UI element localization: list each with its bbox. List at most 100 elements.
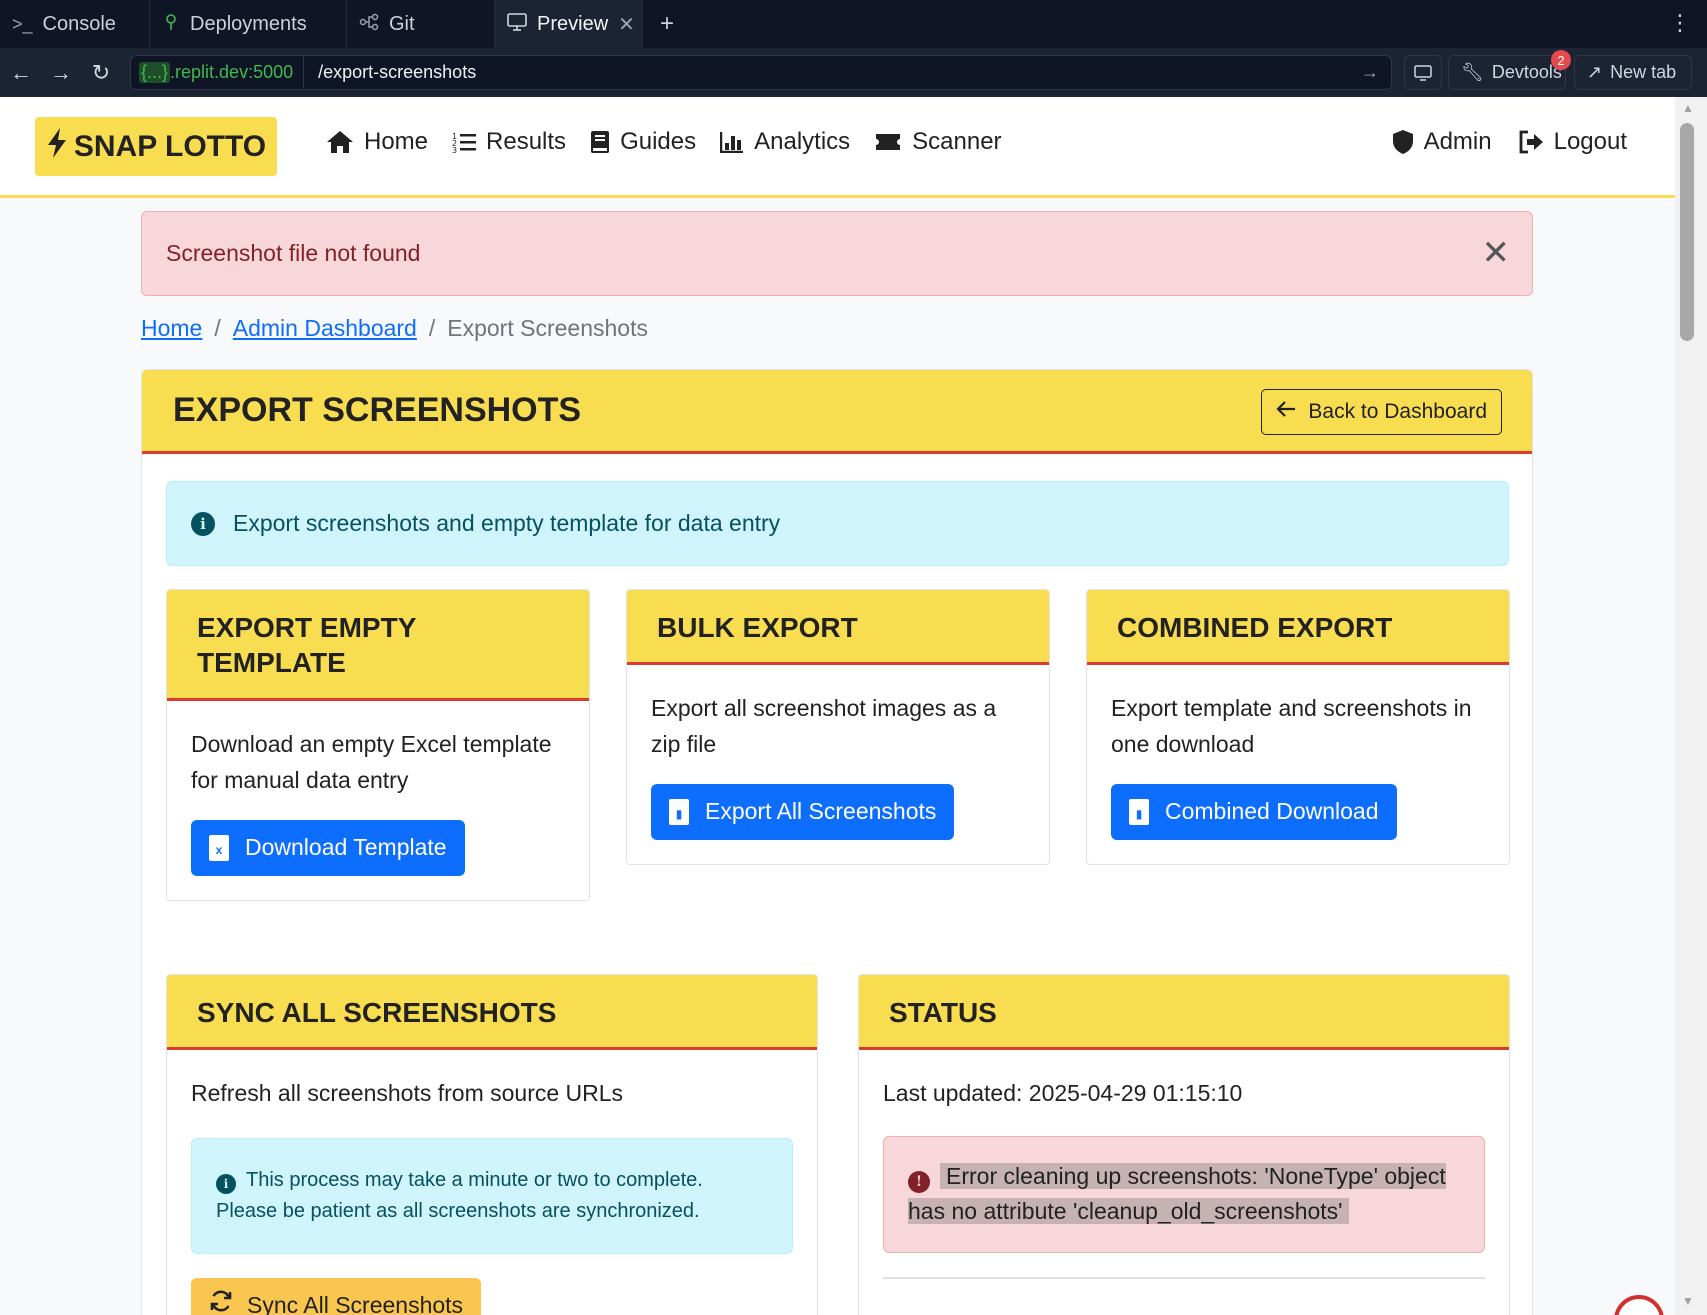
combined-export-text: Export template and screenshots in one d…: [1111, 695, 1472, 757]
sync-screenshots-title: SYNC ALL SCREENSHOTS: [167, 975, 817, 1050]
url-path: /export-screenshots: [318, 62, 477, 82]
download-template-label: Download Template: [245, 834, 447, 861]
error-alert-message: Screenshot file not found: [166, 240, 421, 266]
bolt-icon: [46, 127, 68, 166]
combined-download-button[interactable]: ▮ Combined Download: [1111, 784, 1397, 841]
ticket-icon: [874, 132, 902, 152]
more-menu-icon[interactable]: ⋮: [1669, 10, 1691, 36]
forward-arrow-icon[interactable]: →: [42, 54, 80, 92]
url-host: {...} .replit.dev:5000: [131, 56, 305, 89]
new-tab-plus-icon[interactable]: +: [643, 0, 691, 48]
screen-icon: [1414, 64, 1432, 81]
sync-screenshots-card: SYNC ALL SCREENSHOTS Refresh all screens…: [166, 974, 818, 1315]
combined-export-body: Export template and screenshots in one d…: [1087, 665, 1509, 864]
tab-label: Preview: [537, 12, 609, 35]
bulk-export-title: BULK EXPORT: [627, 590, 1049, 665]
sync-info-alert: i This process may take a minute or two t…: [191, 1137, 793, 1254]
brand-name: SNAP LOTTO: [73, 129, 267, 163]
status-card: STATUS Last updated: 2025-04-29 01:15:10…: [858, 974, 1510, 1315]
tab-console[interactable]: >_ Console: [0, 0, 150, 48]
nav-scanner-label: Scanner: [912, 128, 1002, 155]
status-title: STATUS: [859, 975, 1509, 1050]
sync-all-screenshots-button[interactable]: Sync All Screenshots: [191, 1277, 482, 1315]
nav-analytics[interactable]: Analytics: [720, 128, 850, 156]
status-error-text: Error cleaning up screenshots: 'NoneType…: [908, 1162, 1446, 1225]
nav-guides-label: Guides: [620, 128, 697, 155]
bulk-export-text: Export all screenshot images as a zip fi…: [651, 695, 997, 757]
export-template-text: Download an empty Excel template for man…: [191, 731, 552, 793]
last-updated-text: Last updated: 2025-04-29 01:15:10: [883, 1080, 1243, 1106]
new-tab-button[interactable]: ↗ New tab: [1574, 55, 1692, 90]
page-title: EXPORT SCREENSHOTS: [173, 391, 582, 429]
zip-file-icon: ▮: [669, 799, 689, 826]
close-icon[interactable]: ✕: [1482, 236, 1511, 270]
status-body: Last updated: 2025-04-29 01:15:10 ! Error…: [859, 1050, 1509, 1305]
bulk-export-card: BULK EXPORT Export all screenshot images…: [626, 589, 1050, 865]
scrollbar-thumb[interactable]: [1680, 123, 1694, 341]
reload-icon[interactable]: ↻: [82, 54, 120, 92]
close-icon[interactable]: ✕: [618, 12, 635, 37]
main-nav: Home 123 Results Guides Analytics Scanne…: [326, 128, 1002, 156]
nav-home[interactable]: Home: [326, 128, 428, 156]
scroll-up-arrow-icon[interactable]: ▲: [1682, 101, 1694, 115]
nav-admin[interactable]: Admin: [1392, 128, 1492, 156]
combined-export-card: COMBINED EXPORT Export template and scre…: [1086, 589, 1510, 865]
zip-file-icon: ▮: [1129, 799, 1149, 826]
error-alert: Screenshot file not found ✕: [141, 211, 1533, 296]
tab-label: Git: [389, 12, 415, 35]
status-error-alert: ! Error cleaning up screenshots: 'NoneTyp…: [883, 1135, 1485, 1253]
nav-logout[interactable]: Logout: [1518, 128, 1627, 156]
url-host-domain: .replit.dev:5000: [170, 62, 294, 82]
breadcrumb-home[interactable]: Home: [141, 315, 202, 342]
brand-logo[interactable]: SNAP LOTTO: [35, 117, 277, 176]
export-all-screenshots-button[interactable]: ▮ Export All Screenshots: [651, 784, 955, 841]
sync-screenshots-text: Refresh all screenshots from source URLs: [191, 1080, 624, 1106]
download-template-button[interactable]: x Download Template: [191, 820, 465, 877]
tab-label: Deployments: [190, 12, 307, 35]
shield-icon: [1392, 129, 1414, 155]
nav-admin-label: Admin: [1423, 128, 1492, 155]
combined-export-title: COMBINED EXPORT: [1087, 590, 1509, 665]
info-icon: i: [191, 511, 215, 536]
browser-tab-bar: >_ Console Deployments Git Preview ✕ + ⋮: [0, 0, 1707, 48]
info-icon: i: [216, 1173, 236, 1194]
sync-info-text: This process may take a minute or two to…: [216, 1168, 703, 1222]
divider: [883, 1276, 1485, 1279]
back-to-dashboard-button[interactable]: Back to Dashboard: [1261, 389, 1502, 435]
wrench-icon: 🔧︎: [1461, 62, 1484, 82]
combined-download-label: Combined Download: [1165, 798, 1379, 825]
tab-preview[interactable]: Preview ✕: [495, 0, 643, 48]
sync-screenshots-body: Refresh all screenshots from source URLs…: [167, 1050, 817, 1315]
page-viewport: SNAP LOTTO Home 123 Results Guides Analy…: [0, 97, 1675, 1315]
sync-all-screenshots-label: Sync All Screenshots: [247, 1291, 464, 1315]
deployments-icon: [162, 13, 180, 36]
breadcrumb-separator: /: [214, 315, 221, 341]
devtools-button[interactable]: 🔧︎ Devtools 2: [1448, 50, 1571, 90]
home-icon: [326, 130, 354, 154]
tab-deployments[interactable]: Deployments: [150, 0, 347, 48]
logout-icon: [1518, 130, 1544, 154]
breadcrumb: Home / Admin Dashboard / Export Screensh…: [141, 315, 1533, 342]
go-arrow-icon[interactable]: →: [1361, 62, 1391, 83]
nav-home-label: Home: [364, 128, 429, 155]
nav-scanner[interactable]: Scanner: [874, 128, 1002, 156]
svg-text:3: 3: [452, 146, 457, 153]
breadcrumb-admin-dashboard[interactable]: Admin Dashboard: [233, 315, 417, 342]
chart-icon: [720, 131, 744, 153]
info-alert: i Export screenshots and empty template …: [166, 481, 1509, 566]
export-template-title: EXPORT EMPTY TEMPLATE: [167, 590, 589, 701]
export-screenshots-card: EXPORT SCREENSHOTS Back to Dashboard i E…: [141, 369, 1533, 1315]
scroll-down-arrow-icon[interactable]: ▼: [1682, 1294, 1694, 1308]
list-icon: 123: [452, 131, 477, 153]
nav-results[interactable]: 123 Results: [452, 128, 566, 156]
back-arrow-icon[interactable]: ←: [2, 54, 40, 92]
screen-size-button[interactable]: [1404, 55, 1442, 90]
tab-git[interactable]: Git: [347, 0, 495, 48]
export-template-body: Download an empty Excel template for man…: [167, 701, 589, 900]
nav-guides[interactable]: Guides: [590, 128, 696, 156]
arrow-left-icon: [1276, 400, 1296, 424]
export-template-card: EXPORT EMPTY TEMPLATE Download an empty …: [166, 589, 590, 901]
nav-analytics-label: Analytics: [754, 128, 851, 155]
address-field[interactable]: {...} .replit.dev:5000 /export-screenshot…: [130, 55, 1392, 90]
monitor-icon: [507, 12, 527, 36]
